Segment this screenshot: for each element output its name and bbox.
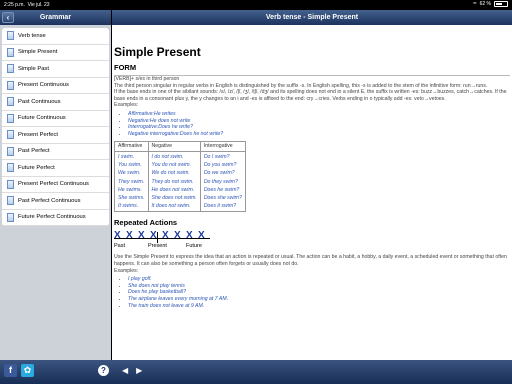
page-title: Simple Present [114, 45, 201, 59]
paragraph-2: If the base ends in one of the sibilant … [114, 89, 507, 102]
example-item: Affirmative:He writes [128, 111, 510, 118]
battery-percent: 62 % [479, 1, 491, 7]
table-cell: I do not swim. You do not swim. We do not … [147, 150, 201, 213]
status-bar: 2:25 p.m. Vie jul. 23 ≈ 62 % [0, 0, 512, 10]
document-icon [7, 196, 14, 206]
next-arrow-icon[interactable]: ▶ [136, 364, 142, 378]
table-header-row: Affirmative Negative Interrogative [114, 141, 246, 152]
example-item: The airplane leaves every morning at 7 A… [128, 296, 510, 303]
examples-label-2: Examples: [114, 267, 139, 274]
timeline-past-label: Past [114, 243, 126, 250]
document-icon [7, 146, 14, 156]
paragraph-3: Use the Simple Present to express the id… [114, 254, 507, 267]
conjugation-table: Affirmative Negative Interrogative I swi… [114, 141, 246, 213]
sidebar-item-future-perfect[interactable]: Future Perfect [2, 160, 109, 177]
sidebar-list: Verb tense Simple Present Simple Past Pr… [2, 28, 109, 226]
content-header: Verb tense - Simple Present [112, 10, 512, 25]
sidebar-item-future-continuous[interactable]: Future Continuous [2, 111, 109, 127]
document-icon [7, 113, 14, 123]
table-cell: I swim. You swim. We swim. They swim. He swi… [114, 150, 149, 213]
examples-list-2: I play golf. She does not play tennis Do… [128, 276, 510, 309]
table-cell: Do I swim? Do you swim? Do we swim? Do they… [199, 150, 246, 213]
timeline-mark: X [186, 230, 193, 242]
timeline-mark: X [114, 230, 121, 242]
help-icon[interactable]: ? [98, 365, 109, 376]
facebook-icon[interactable]: f [4, 364, 17, 377]
timeline-present-tick [157, 232, 158, 244]
sidebar-item-verb-tense[interactable]: Verb tense [2, 28, 109, 45]
examples-list: Affirmative:He writes Negative:He does n… [128, 111, 510, 137]
column-header: Affirmative [114, 141, 149, 152]
example-item: Negative interrogative:Does he not write… [128, 131, 510, 138]
document-icon [7, 80, 14, 90]
document-icon [7, 163, 14, 173]
timeline-diagram: X X X X X X X X Past Present Future [114, 231, 510, 253]
article: Simple Present FORM [VERB]+ s/es in thir… [112, 25, 512, 309]
sidebar-item-present-perfect-continuous[interactable]: Present Perfect Continuous [2, 177, 109, 193]
battery-icon [494, 1, 508, 7]
sidebar-item-simple-present[interactable]: Simple Present [2, 45, 109, 61]
document-icon [7, 31, 14, 41]
paragraph-1: The third person singular in regular ver… [114, 82, 488, 89]
sidebar-item-past-continuous[interactable]: Past Continuous [2, 94, 109, 111]
sidebar-item-past-perfect[interactable]: Past Perfect [2, 144, 109, 160]
sidebar-item-present-perfect[interactable]: Present Perfect [2, 127, 109, 144]
timeline-mark: X [150, 230, 157, 242]
example-item: The train does not leave at 9 AM. [128, 303, 510, 310]
column-header: Negative [147, 141, 201, 152]
timeline-mark: X [138, 230, 145, 242]
form-heading: FORM [114, 63, 137, 72]
timeline-mark: X [198, 230, 205, 242]
example-item: Does he play basketball? [128, 289, 510, 296]
bottom-toolbar: f ✿ ? ◀ ▶ [0, 360, 512, 384]
sidebar-item-future-perfect-continuous[interactable]: Future Perfect Continuous [2, 210, 109, 226]
timeline-mark: X [174, 230, 181, 242]
table-row: I swim. You swim. We swim. They swim. He swi… [114, 150, 246, 213]
document-icon [7, 64, 14, 74]
sidebar-header: ‹ Grammar [0, 10, 111, 25]
document-icon [7, 130, 14, 140]
examples-label: Examples: [114, 102, 139, 109]
sidebar: ‹ Grammar Verb tense Simple Present Simp… [0, 10, 111, 360]
example-item: I play golf. [128, 276, 510, 283]
document-icon [7, 212, 14, 222]
sidebar-item-present-continuous[interactable]: Present Continuous [2, 78, 109, 94]
example-item: She does not play tennis [128, 283, 510, 290]
status-time-date: 2:25 p.m. Vie jul. 23 [4, 2, 50, 8]
timeline-mark: X [162, 230, 169, 242]
repeated-actions-heading: Repeated Actions [114, 218, 178, 228]
twitter-icon[interactable]: ✿ [21, 364, 34, 377]
document-icon [7, 97, 14, 107]
sidebar-item-past-perfect-continuous[interactable]: Past Perfect Continuous [2, 193, 109, 210]
timeline-future-label: Future [186, 243, 202, 250]
formula-text: [VERB]+ s/es in third person [114, 76, 180, 82]
timeline-mark: X [126, 230, 133, 242]
document-icon [7, 179, 14, 189]
content-title: Verb tense - Simple Present [265, 14, 359, 21]
wifi-icon: ≈ [473, 1, 477, 7]
prev-arrow-icon[interactable]: ◀ [122, 364, 128, 378]
document-icon [7, 47, 14, 57]
content-pane: Verb tense - Simple Present Simple Prese… [112, 10, 512, 360]
example-item: Negative:He does not write [128, 118, 510, 125]
sidebar-item-simple-past[interactable]: Simple Past [2, 61, 109, 78]
sidebar-title: Grammar [39, 14, 72, 21]
timeline-present-label: Present [148, 243, 167, 250]
example-item: Interrogative:Does he write? [128, 124, 510, 131]
column-header: Interrogative [199, 141, 246, 152]
